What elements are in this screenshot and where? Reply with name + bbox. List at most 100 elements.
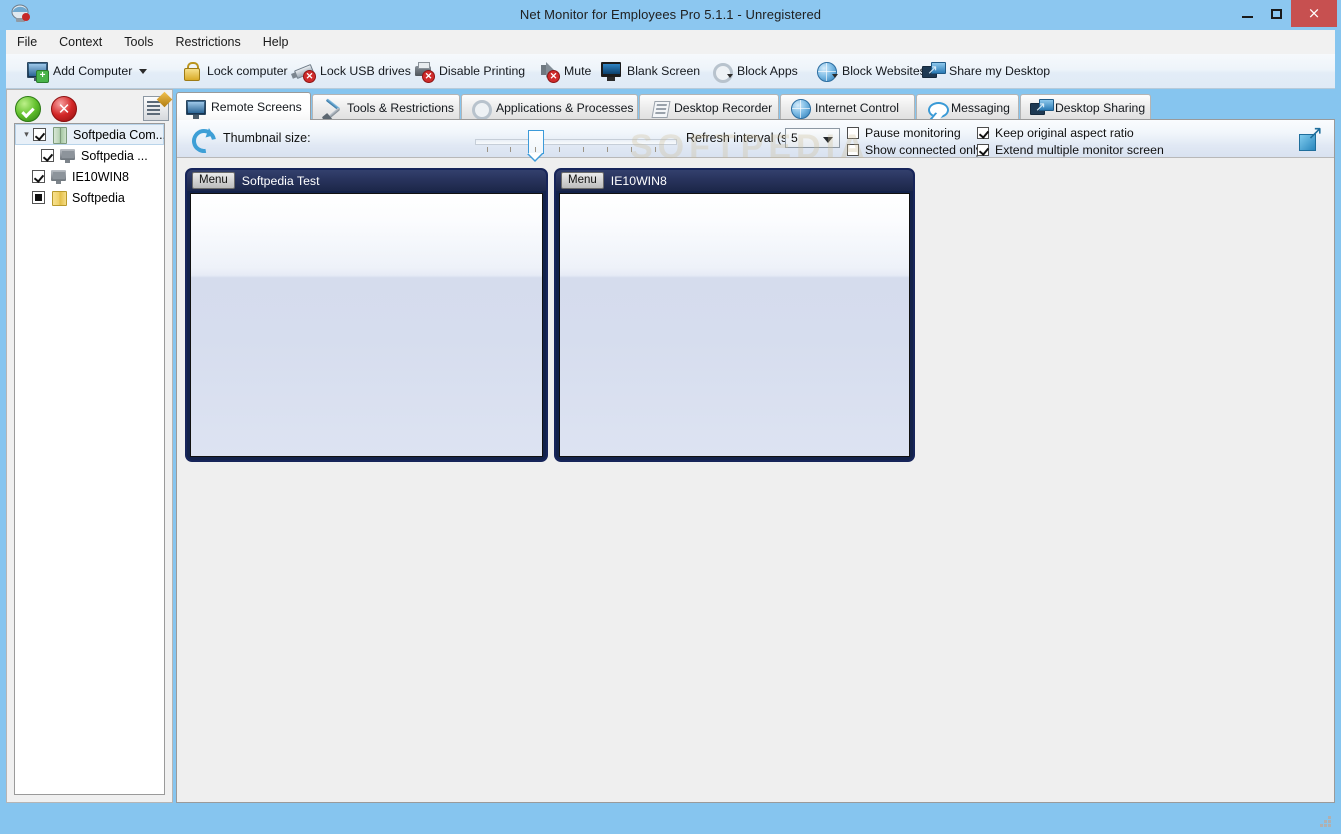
slider-tick bbox=[607, 147, 608, 152]
gear-icon bbox=[471, 98, 492, 120]
minimize-icon bbox=[1242, 16, 1253, 18]
monitor-plus-icon: + bbox=[26, 60, 49, 83]
approve-icon[interactable] bbox=[15, 96, 41, 122]
maximize-icon bbox=[1271, 8, 1282, 19]
menu-item-file[interactable]: File bbox=[6, 30, 48, 54]
toolbar-add-computer[interactable]: + Add Computer bbox=[22, 54, 151, 88]
remote-screens-pane: Thumbnail size: Refresh interval (s): 5 … bbox=[176, 119, 1335, 803]
tab-desktop-sharing[interactable]: ↗ Desktop Sharing bbox=[1020, 94, 1151, 120]
thumbnail-screen-preview[interactable] bbox=[559, 193, 910, 457]
checkbox-box[interactable] bbox=[977, 127, 989, 139]
thumbnail-menu-button[interactable]: Menu bbox=[561, 172, 604, 189]
toolbar-lock-computer-label: Lock computer bbox=[207, 64, 288, 78]
menu-item-context[interactable]: Context bbox=[48, 30, 113, 54]
toolbar-lock-usb-drives-label: Lock USB drives bbox=[320, 64, 411, 78]
toolbar-lock-computer[interactable]: Lock computer bbox=[176, 54, 292, 88]
checkbox-box[interactable] bbox=[847, 127, 859, 139]
refresh-interval-value: 5 bbox=[791, 131, 798, 145]
toolbar-blank-screen-label: Blank Screen bbox=[627, 64, 701, 78]
usb-blocked-icon: ✕ bbox=[293, 60, 316, 83]
tree-checkbox[interactable] bbox=[33, 128, 46, 141]
toolbar-disable-printing-label: Disable Printing bbox=[439, 64, 526, 78]
slider-tick bbox=[655, 147, 656, 152]
tab-desktop-recorder[interactable]: Desktop Recorder bbox=[639, 94, 779, 120]
slider-tick bbox=[583, 147, 584, 152]
monitor-icon bbox=[186, 97, 206, 119]
tree-checkbox[interactable] bbox=[32, 191, 45, 204]
tab-internet-control[interactable]: Internet Control bbox=[780, 94, 915, 120]
checkbox-keep-original-aspect-ratio[interactable]: Keep original aspect ratio bbox=[977, 126, 1134, 140]
tree-item-label: Softpedia Com... bbox=[73, 127, 165, 142]
menu-item-help[interactable]: Help bbox=[252, 30, 300, 54]
tab-messaging-label: Messaging bbox=[951, 100, 1010, 115]
menu-item-restrictions[interactable]: Restrictions bbox=[164, 30, 251, 54]
resize-grip[interactable] bbox=[1320, 816, 1331, 827]
tree-item-label: Softpedia ... bbox=[81, 148, 148, 163]
checkbox-box[interactable] bbox=[977, 144, 989, 156]
globe-icon bbox=[815, 60, 838, 82]
reject-icon[interactable]: ✕ bbox=[51, 96, 77, 122]
expander-collapse-icon[interactable]: ▾ bbox=[20, 124, 33, 145]
checkbox-box[interactable] bbox=[847, 144, 859, 156]
refresh-interval-select[interactable]: 5 bbox=[785, 128, 840, 148]
tab-applications-processes[interactable]: Applications & Processes bbox=[461, 94, 638, 120]
thumbnail-size-slider[interactable] bbox=[475, 130, 677, 162]
thumbnail-title: IE10WIN8 bbox=[610, 173, 667, 188]
toolbar-add-computer-label: Add Computer bbox=[53, 64, 133, 78]
close-button[interactable]: × bbox=[1291, 0, 1337, 27]
tree-item-softpedia-test[interactable]: Softpedia ... bbox=[15, 145, 164, 166]
tree-item-softpedia-computers[interactable]: ▾ Softpedia Com... bbox=[15, 124, 164, 145]
thumbnail-menu-button[interactable]: Menu bbox=[192, 172, 235, 189]
close-icon: × bbox=[1307, 4, 1321, 22]
tree-item-ie10win8[interactable]: IE10WIN8 bbox=[15, 166, 164, 187]
share-desktop-icon: ↗ bbox=[922, 60, 946, 82]
thumbnail-header: Menu IE10WIN8 bbox=[556, 170, 913, 191]
minimize-button[interactable] bbox=[1233, 0, 1262, 27]
chevron-down-icon[interactable] bbox=[139, 68, 148, 74]
checkbox-label: Show connected only bbox=[865, 143, 982, 157]
remote-screen-thumbnail[interactable]: Menu IE10WIN8 bbox=[554, 168, 915, 462]
slider-tick bbox=[559, 147, 560, 152]
tree-item-label: IE10WIN8 bbox=[72, 169, 129, 184]
checkbox-show-connected-only[interactable]: Show connected only bbox=[847, 143, 982, 157]
tools-icon bbox=[322, 97, 342, 119]
toolbar-mute[interactable]: ✕ Mute bbox=[533, 54, 595, 88]
chevron-down-icon[interactable] bbox=[823, 137, 833, 143]
menu-item-tools[interactable]: Tools bbox=[113, 30, 164, 54]
tab-tools-restrictions-label: Tools & Restrictions bbox=[347, 100, 455, 115]
toolbar-blank-screen[interactable]: Blank Screen bbox=[596, 54, 704, 88]
checkbox-extend-multiple-monitor-screen[interactable]: Extend multiple monitor screen bbox=[977, 143, 1164, 157]
checkbox-label: Pause monitoring bbox=[865, 126, 961, 140]
note-edit-icon[interactable] bbox=[143, 91, 173, 121]
tab-tools-restrictions[interactable]: Tools & Restrictions bbox=[312, 94, 460, 120]
refresh-icon[interactable] bbox=[191, 128, 213, 150]
toolbar-disable-printing[interactable]: ✕ Disable Printing bbox=[408, 54, 529, 88]
slider-tick bbox=[510, 147, 511, 152]
main-toolbar: + Add Computer Lock computer ✕ Lock USB … bbox=[6, 54, 1335, 89]
toolbar-lock-usb-drives[interactable]: ✕ Lock USB drives bbox=[289, 54, 415, 88]
remote-screen-thumbnail[interactable]: Menu Softpedia Test bbox=[185, 168, 548, 462]
checkbox-label: Extend multiple monitor screen bbox=[995, 143, 1164, 157]
toolbar-block-websites[interactable]: Block Websites bbox=[811, 54, 930, 88]
tab-messaging[interactable]: Messaging bbox=[916, 94, 1019, 120]
maximize-button[interactable] bbox=[1262, 0, 1291, 27]
toolbar-block-apps[interactable]: Block Apps bbox=[706, 54, 802, 88]
toolbar-share-my-desktop[interactable]: ↗ Share my Desktop bbox=[918, 54, 1054, 88]
tab-remote-screens[interactable]: Remote Screens bbox=[176, 92, 311, 120]
slider-handle[interactable] bbox=[527, 130, 544, 162]
server-icon bbox=[51, 127, 68, 144]
tree-checkbox[interactable] bbox=[32, 170, 45, 183]
tree-checkbox[interactable] bbox=[41, 149, 54, 162]
film-icon bbox=[649, 98, 671, 118]
globe-icon bbox=[790, 98, 811, 119]
thumbnail-screen-preview[interactable] bbox=[190, 193, 543, 457]
expand-arrow-icon[interactable]: ↗ bbox=[1297, 124, 1323, 151]
tab-desktop-sharing-label: Desktop Sharing bbox=[1055, 100, 1146, 115]
computers-tree[interactable]: ▾ Softpedia Com... Softpedia ... IE10WIN… bbox=[14, 123, 165, 795]
checkbox-pause-monitoring[interactable]: Pause monitoring bbox=[847, 126, 961, 140]
tab-remote-screens-label: Remote Screens bbox=[211, 99, 302, 114]
tree-item-softpedia-folder[interactable]: Softpedia bbox=[15, 187, 164, 208]
speaker-muted-icon: ✕ bbox=[537, 60, 560, 83]
thumbnail-title: Softpedia Test bbox=[241, 173, 320, 188]
thumbnail-header: Menu Softpedia Test bbox=[187, 170, 546, 191]
